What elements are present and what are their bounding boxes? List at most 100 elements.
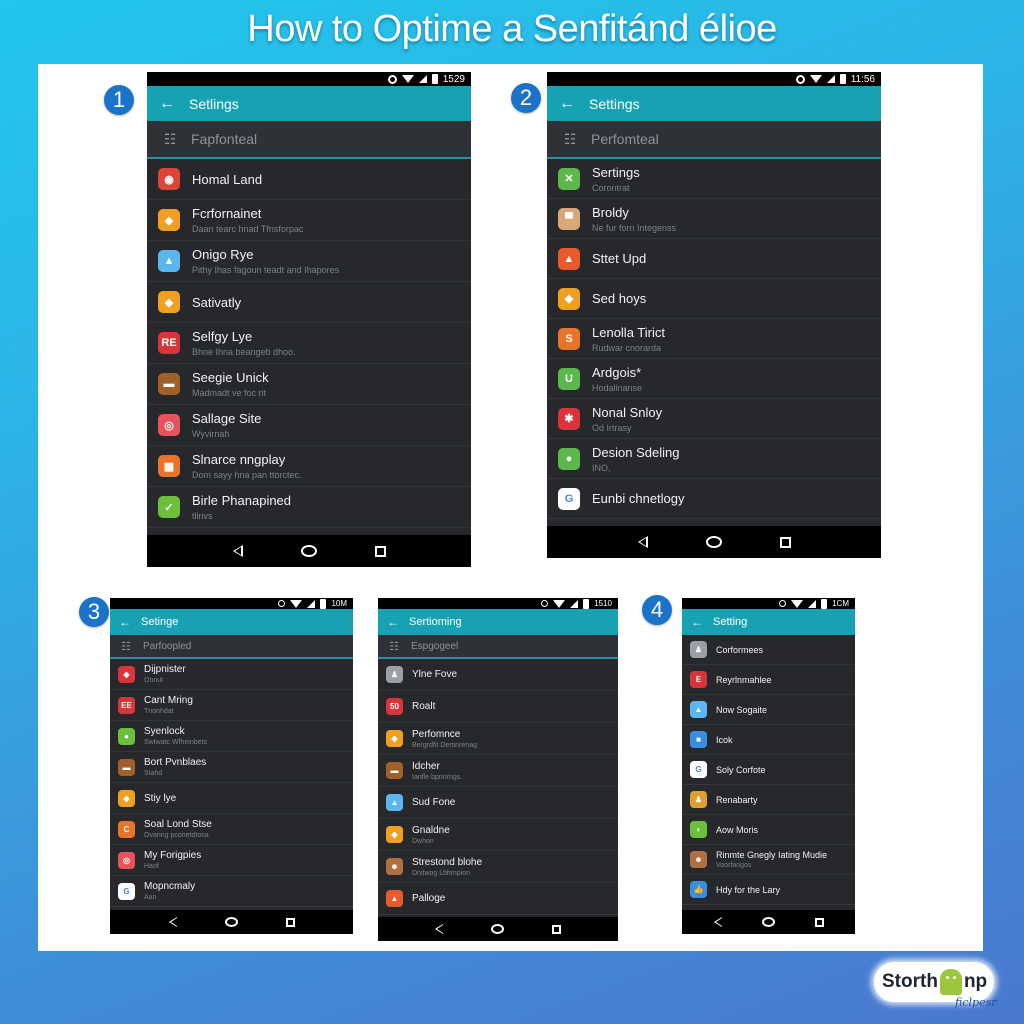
item-title: Reyrlnmahlee — [716, 674, 772, 685]
settings-list-item[interactable]: ● Syenlock Swtwatc Wfheinbets — [110, 721, 353, 752]
nav-bar — [378, 917, 618, 941]
wifi-icon — [290, 599, 303, 608]
settings-list-item[interactable]: ✓ Birle Phanapined tlinvs — [147, 487, 471, 528]
settings-list-item[interactable]: ◆ Perfomnce Bergrdfit Demnrenag — [378, 723, 618, 755]
nav-home-icon[interactable] — [491, 924, 504, 934]
nav-back-icon[interactable] — [435, 924, 443, 934]
item-title: Aow Moris — [716, 824, 759, 835]
settings-list-item[interactable]: ▲ Onigo Rye Pithy Ihas fagoun teadt and … — [147, 241, 471, 282]
settings-list-item[interactable]: RE Selfgy Lye Bhne Ihna beangeb dhoo. — [147, 323, 471, 364]
settings-list-item[interactable]: ▲ Sud Fone — [378, 787, 618, 819]
bag-icon: ▀ — [558, 207, 580, 230]
settings-list-item[interactable]: EE Cant Mring Tnonhdat — [110, 690, 353, 721]
wifi-icon — [809, 75, 822, 83]
section-label: Parfoopled — [143, 640, 192, 652]
settings-list-item[interactable]: ☻ Rinmte Gnegly Iating Mudie Voorfangos — [682, 845, 855, 875]
settings-list-item[interactable]: E Reyrlnmahlee — [682, 665, 855, 695]
settings-list-item[interactable]: ♟ Renabarty — [682, 785, 855, 815]
item-subtitle: Dom sayy hna pan ttorctec. — [192, 470, 302, 480]
phone-screen-1: 1529 ← Setlings ☷ Fapfonteal ◉ Homal Lan… — [147, 72, 471, 567]
settings-list-item[interactable]: ■ Icok — [682, 725, 855, 755]
settings-list-item[interactable]: ◗ Aow Moris — [682, 815, 855, 845]
nav-back-icon[interactable] — [637, 536, 648, 548]
item-title: Selfgy Lye — [192, 329, 253, 344]
settings-list-item[interactable]: 👍 Hdy for the Lary — [682, 875, 855, 905]
status-time: 10M — [331, 599, 347, 608]
nav-recents-icon[interactable] — [285, 917, 295, 927]
settings-list-item[interactable]: U Ardgois* Hodalinanse — [547, 359, 881, 399]
nav-back-icon[interactable] — [232, 545, 243, 557]
item-subtitle: tlinvs — [192, 511, 213, 521]
item-subtitle: Od Irtrasy — [592, 422, 632, 433]
settings-list-item[interactable]: G Mopncmaly Aan — [110, 876, 353, 907]
signal-icon — [570, 599, 579, 608]
settings-list-item[interactable]: ▀ Broldy Ne fur forn Integenss — [547, 199, 881, 239]
settings-list-item[interactable]: ▬ Seegie Unick Madmadt ve foc rit — [147, 364, 471, 405]
nav-home-icon[interactable] — [761, 917, 775, 927]
settings-list-item[interactable]: ◎ My Forigpies Haof — [110, 845, 353, 876]
settings-list-item[interactable]: ✱ Nonal Snloy Od Irtrasy — [547, 399, 881, 439]
warning-cone-icon: ▲ — [386, 890, 403, 907]
section-header[interactable]: ☷ Perfomteal — [547, 121, 881, 159]
settings-list-item[interactable]: ▲ Now Sogaite — [682, 695, 855, 725]
settings-list-item[interactable]: ◎ Sallage Site Wyvirnah — [147, 405, 471, 446]
settings-list-item[interactable]: ◈ Dijpnister Onnut — [110, 659, 353, 690]
settings-list-item[interactable]: ◆ Stiy lye — [110, 783, 353, 814]
item-title: Dijpnister — [144, 664, 186, 675]
settings-list-item[interactable]: S Lenolla Tirict Rudwar cnorarda — [547, 319, 881, 359]
re-app-icon: RE — [158, 332, 180, 354]
settings-list-item[interactable]: ♟ Ylne Fove — [378, 659, 618, 691]
section-header[interactable]: ☷ Parfoopled — [110, 635, 353, 659]
back-arrow-icon[interactable]: ← — [691, 615, 703, 629]
nav-bar — [682, 910, 855, 934]
settings-list-item[interactable]: ◆ Sed hoys — [547, 279, 881, 319]
app-bar: ← Setinge — [110, 609, 353, 635]
back-arrow-icon[interactable]: ← — [159, 95, 175, 113]
settings-list-item[interactable]: ◉ Homal Land — [147, 159, 471, 200]
settings-list-item[interactable]: ▲ Palloge — [378, 883, 618, 915]
signal-icon — [826, 75, 835, 83]
settings-list-item[interactable]: ◆ Sativatly — [147, 282, 471, 323]
nav-recents-icon[interactable] — [552, 924, 561, 934]
app-bar-title: Settings — [589, 95, 640, 112]
nav-recents-icon[interactable] — [814, 917, 824, 927]
item-subtitle: Stahd — [144, 770, 163, 777]
app-bar-title: Setlings — [189, 95, 239, 112]
item-subtitle: Rudwar cnorarda — [592, 342, 662, 353]
section-header[interactable]: ☷ Fapfonteal — [147, 121, 471, 159]
settings-list-item[interactable]: G Soly Corfote — [682, 755, 855, 785]
back-arrow-icon[interactable]: ← — [387, 615, 399, 629]
nav-home-icon[interactable] — [224, 917, 238, 927]
settings-list-item[interactable]: 50 Roalt — [378, 691, 618, 723]
item-title: Homal Land — [192, 171, 263, 187]
settings-list-item[interactable]: ◆ Fcrfornainet Daan tearc hnad Tfnsforpa… — [147, 200, 471, 241]
green-app-icon: ● — [118, 727, 135, 745]
settings-list-item[interactable]: C Soal Lond Stse Ovanng pconetdtosa — [110, 814, 353, 845]
settings-list-item[interactable]: ● Desion Sdeling INO, — [547, 439, 881, 479]
settings-list-item[interactable]: ♟ Corformees — [682, 635, 855, 665]
settings-list-item[interactable]: ☻ Strestond blohe Dnitwog Lbhmpion — [378, 851, 618, 883]
nav-home-icon[interactable] — [300, 545, 317, 557]
nav-bar — [147, 535, 471, 567]
settings-list-item[interactable]: ▬ Bort Pvnblaes Stahd — [110, 752, 353, 783]
nav-recents-icon[interactable] — [374, 545, 386, 557]
logo-text-right: np — [963, 971, 988, 992]
back-arrow-icon[interactable]: ← — [559, 95, 575, 113]
section-header[interactable]: ☷ Espgogeel — [378, 635, 618, 659]
nav-recents-icon[interactable] — [779, 536, 791, 548]
red-app-icon: ◈ — [118, 665, 135, 683]
settings-list-item[interactable]: ▲ Sttet Upd — [547, 239, 881, 279]
nav-back-icon[interactable] — [713, 917, 722, 927]
settings-list-item[interactable]: ▬ Idcher Ianfle bpnnrngs. — [378, 755, 618, 787]
settings-list-item[interactable]: ✕ Sertings Corontrat — [547, 159, 881, 199]
battery-icon — [839, 74, 846, 84]
android-icon — [939, 969, 962, 995]
settings-list-item[interactable]: ◆ Gnaldne Dwhon — [378, 819, 618, 851]
back-arrow-icon[interactable]: ← — [119, 615, 131, 629]
settings-list-item[interactable]: ▦ Slnarce nngplay Dom sayy hna pan ttorc… — [147, 446, 471, 487]
nav-back-icon[interactable] — [168, 917, 177, 927]
nav-home-icon[interactable] — [705, 536, 722, 548]
tune-icon: ☷ — [121, 640, 131, 653]
settings-list-item[interactable]: G Eunbi chnetlogy — [547, 479, 881, 519]
status-time: 1CM — [832, 599, 849, 608]
